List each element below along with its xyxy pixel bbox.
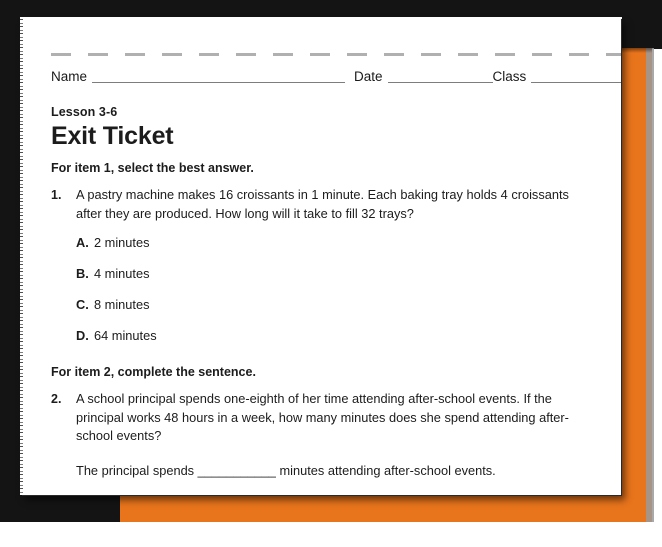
choice-a-letter: A. (76, 235, 89, 251)
question-1-text: A pastry machine makes 16 croissants in … (76, 187, 569, 221)
question-2-answer-sentence[interactable]: The principal spends ___________ minutes… (76, 462, 611, 480)
name-write-in-line[interactable] (92, 69, 346, 83)
page-title: Exit Ticket (51, 122, 174, 150)
question-2-number: 2. (51, 392, 62, 407)
choice-c[interactable]: C. 8 minutes (76, 297, 611, 312)
background-orange-right-edge (646, 48, 654, 522)
lesson-label: Lesson 3-6 (51, 105, 118, 119)
worksheet-screenshot: Name Date Class Lesson 3-6 Exit Ticket F… (0, 0, 662, 547)
question-1-number: 1. (51, 188, 62, 203)
worksheet-body: Lesson 3-6 Exit Ticket For item 1, selec… (51, 105, 611, 480)
question-1: 1. A pastry machine makes 16 croissants … (51, 186, 611, 223)
background-black-bottom-block (0, 495, 120, 522)
choice-a[interactable]: A. 2 minutes (76, 235, 611, 250)
question-2: 2. A school principal spends one-eighth … (51, 390, 611, 446)
dashed-cut-line (51, 53, 621, 56)
choice-b-text: 4 minutes (94, 266, 150, 282)
choice-b[interactable]: B. 4 minutes (76, 266, 611, 281)
choice-c-text: 8 minutes (94, 297, 150, 313)
directive-item-1: For item 1, select the best answer. (51, 161, 254, 176)
choice-d-text: 64 minutes (94, 328, 157, 344)
class-write-in-line[interactable] (531, 69, 621, 83)
question-2-text: A school principal spends one-eighth of … (76, 391, 569, 444)
background-black-top-band (0, 0, 640, 17)
name-label: Name (51, 69, 88, 84)
background-black-right-block (622, 0, 662, 49)
choice-d-letter: D. (76, 328, 89, 344)
page-left-edge-texture (20, 17, 23, 495)
question-1-choices: A. 2 minutes B. 4 minutes C. 8 minutes D… (76, 235, 611, 343)
directive-item-2: For item 2, complete the sentence. (51, 365, 256, 380)
date-write-in-line[interactable] (387, 69, 493, 83)
choice-a-text: 2 minutes (94, 235, 150, 251)
choice-c-letter: C. (76, 297, 89, 313)
date-label: Date (354, 69, 383, 84)
class-label: Class (492, 69, 527, 84)
choice-b-letter: B. (76, 266, 89, 282)
choice-d[interactable]: D. 64 minutes (76, 328, 611, 343)
worksheet-page: Name Date Class Lesson 3-6 Exit Ticket F… (20, 17, 621, 495)
name-date-class-row: Name Date Class (51, 69, 621, 84)
